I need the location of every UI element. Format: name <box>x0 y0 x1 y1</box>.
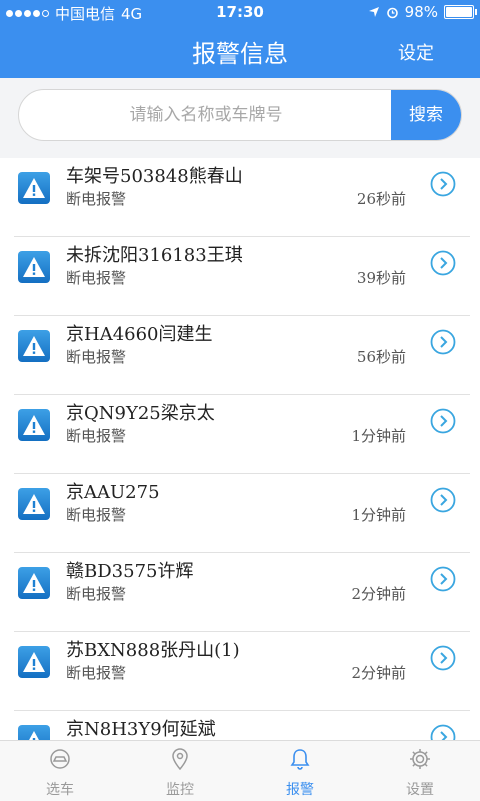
chevron-right-icon[interactable] <box>430 408 456 434</box>
alarm-list-item[interactable]: 苏BXN888张丹山(1) 断电报警 2分钟前 <box>14 632 470 711</box>
chevron-right-icon[interactable] <box>430 250 456 276</box>
alarm-type: 断电报警 <box>66 664 127 682</box>
alarm-type: 断电报警 <box>66 427 127 445</box>
alarm-clock-icon <box>386 7 398 18</box>
alarm-list-item[interactable]: 京QN9Y25梁京太 断电报警 1分钟前 <box>14 395 470 474</box>
alarm-time: 26秒前 <box>356 190 406 208</box>
vehicle-name: 赣BD3575许辉 <box>66 561 194 582</box>
alarm-type: 断电报警 <box>66 585 127 603</box>
chevron-right-icon[interactable] <box>430 487 456 513</box>
tab-settings[interactable]: 设置 <box>360 741 480 801</box>
vehicle-name: 车架号503848熊春山 <box>66 166 243 187</box>
alarm-list: 车架号503848熊春山 断电报警 26秒前未拆沈阳316183王琪 断电报警 39秒前… <box>0 158 480 740</box>
gear-icon <box>410 749 430 769</box>
tab-bar: 选车 监控 报警 设置 <box>0 740 480 801</box>
alarm-time: 1分钟前 <box>351 506 406 524</box>
chevron-right-icon[interactable] <box>430 724 456 740</box>
warning-icon <box>18 251 50 283</box>
chevron-right-icon[interactable] <box>430 645 456 671</box>
vehicle-name: 京N8H3Y9何延斌 <box>66 719 216 740</box>
search-box: 搜索 <box>18 89 462 141</box>
tab-label: 选车 <box>46 782 74 798</box>
alarm-type: 断电报警 <box>66 506 127 524</box>
battery-percent: 98% <box>404 3 438 21</box>
alarm-list-item[interactable]: 赣BD3575许辉 断电报警 2分钟前 <box>14 553 470 632</box>
warning-icon <box>18 409 50 441</box>
tab-select-car[interactable]: 选车 <box>0 741 120 801</box>
settings-button[interactable]: 设定 <box>398 39 434 65</box>
tab-label: 监控 <box>166 782 194 798</box>
alarm-list-item[interactable]: 京AAU275 断电报警 1分钟前 <box>14 474 470 553</box>
vehicle-name: 苏BXN888张丹山(1) <box>66 640 240 661</box>
warning-icon <box>18 567 50 599</box>
chevron-right-icon[interactable] <box>430 329 456 355</box>
alarm-time: 1分钟前 <box>351 427 406 445</box>
location-pin-icon <box>172 748 188 771</box>
location-arrow-icon <box>368 7 379 17</box>
alarm-type: 断电报警 <box>66 190 127 208</box>
vehicle-name: 未拆沈阳316183王琪 <box>66 245 243 266</box>
alarm-time: 2分钟前 <box>351 664 406 682</box>
alarm-time: 56秒前 <box>356 348 406 366</box>
search-input[interactable] <box>19 90 393 140</box>
status-bar: 中国电信 4G 17:30 98% <box>0 0 480 24</box>
alarm-type: 断电报警 <box>66 348 127 366</box>
search-area: 搜索 <box>0 78 480 158</box>
warning-icon <box>18 330 50 362</box>
car-select-icon <box>50 749 70 769</box>
alarm-list-item[interactable]: 未拆沈阳316183王琪 断电报警 39秒前 <box>14 237 470 316</box>
warning-icon <box>18 488 50 520</box>
nav-bar: 报警信息 设定 <box>0 24 480 78</box>
vehicle-name: 京HA4660闫建生 <box>66 324 213 345</box>
warning-icon <box>18 725 50 740</box>
alarm-list-item[interactable]: 京HA4660闫建生 断电报警 56秒前 <box>14 316 470 395</box>
alarm-time: 2分钟前 <box>351 585 406 603</box>
warning-icon <box>18 646 50 678</box>
tab-label: 报警 <box>286 782 314 798</box>
chevron-right-icon[interactable] <box>430 171 456 197</box>
search-button[interactable]: 搜索 <box>391 90 461 140</box>
battery-icon <box>444 5 477 19</box>
alarm-list-item[interactable]: 京N8H3Y9何延斌断电报警2分钟前 <box>14 711 470 740</box>
alarm-time: 39秒前 <box>356 269 406 287</box>
bell-icon <box>290 749 310 770</box>
chevron-right-icon[interactable] <box>430 566 456 592</box>
vehicle-name: 京QN9Y25梁京太 <box>66 403 215 424</box>
tab-alarm[interactable]: 报警 <box>240 741 360 801</box>
alarm-list-item[interactable]: 车架号503848熊春山 断电报警 26秒前 <box>14 158 470 237</box>
vehicle-name: 京AAU275 <box>66 482 160 503</box>
tab-label: 设置 <box>406 782 434 798</box>
alarm-type: 断电报警 <box>66 269 127 287</box>
tab-monitor[interactable]: 监控 <box>120 741 240 801</box>
warning-icon <box>18 172 50 204</box>
